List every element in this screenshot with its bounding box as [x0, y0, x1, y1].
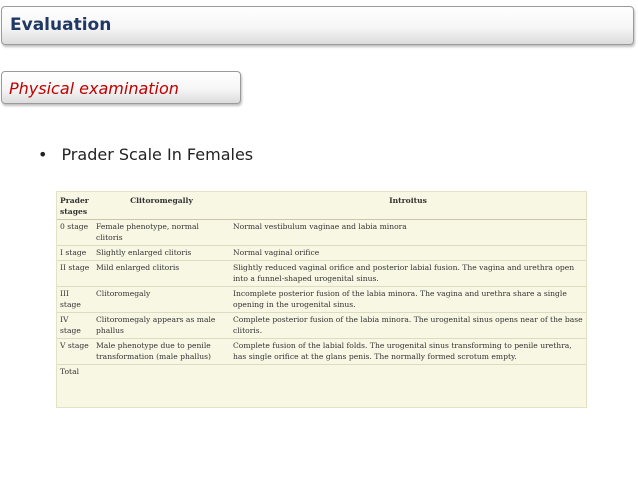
bullet-text: Prader Scale In Females: [61, 145, 254, 164]
table-row: 0 stage Female phenotype, normal clitori…: [57, 219, 586, 246]
table-cell: Clitoromegaly: [93, 286, 230, 313]
table-row: Total: [57, 365, 586, 380]
table-cell: Slightly enlarged clitoris: [93, 245, 230, 261]
table-cell: [93, 365, 230, 380]
table-row: II stage Mild enlarged clitoris Slightly…: [57, 260, 586, 287]
table-cell: 0 stage: [57, 219, 93, 246]
table-row: V stage Male phenotype due to penile tra…: [57, 338, 586, 365]
table-cell: Clitoromegaly appears as male phallus: [93, 312, 230, 339]
table-cell: Male phenotype due to penile transformat…: [93, 338, 230, 365]
table-header-row: Prader stages Clitoromegally Introitus: [57, 192, 586, 220]
prader-table-container: Prader stages Clitoromegally Introitus 0…: [56, 191, 587, 408]
table-cell: Total: [60, 367, 80, 376]
column-header-introitus: Introitus: [230, 192, 586, 220]
table-row: I stage Slightly enlarged clitoris Norma…: [57, 245, 586, 261]
table-cell: Slightly reduced vaginal orifice and pos…: [230, 260, 586, 287]
table-cell: I stage: [57, 245, 93, 261]
table-cell: Normal vestibulum vaginae and labia mino…: [230, 219, 586, 246]
section-banner: Physical examination: [1, 71, 241, 104]
table-cell: Complete fusion of the labial folds. The…: [230, 338, 586, 365]
page-title: Evaluation: [10, 15, 112, 35]
table-cell: [230, 365, 586, 380]
table-cell: II stage: [57, 260, 93, 287]
table-cell: Female phenotype, normal clitoris: [93, 219, 230, 246]
table-cell: Incomplete posterior fusion of the labia…: [230, 286, 586, 313]
table-row: III stage Clitoromegaly Incomplete poste…: [57, 286, 586, 313]
table-cell: Complete posterior fusion of the labia m…: [230, 312, 586, 339]
bullet-item: • Prader Scale In Females: [38, 145, 253, 164]
section-title: Physical examination: [9, 79, 179, 98]
table-cell: V stage: [57, 338, 93, 365]
header-banner: Evaluation: [1, 6, 634, 45]
column-header-stages: Prader stages: [57, 192, 93, 220]
prader-table: Prader stages Clitoromegally Introitus 0…: [57, 192, 586, 379]
table-cell: III stage: [57, 286, 93, 313]
bullet-icon: •: [38, 145, 48, 164]
table-cell: IV stage: [57, 312, 93, 339]
column-header-clitoromegally: Clitoromegally: [93, 192, 230, 220]
table-cell: Mild enlarged clitoris: [93, 260, 230, 287]
table-row: IV stage Clitoromegaly appears as male p…: [57, 312, 586, 339]
table-cell: Normal vaginal orifice: [230, 245, 586, 261]
